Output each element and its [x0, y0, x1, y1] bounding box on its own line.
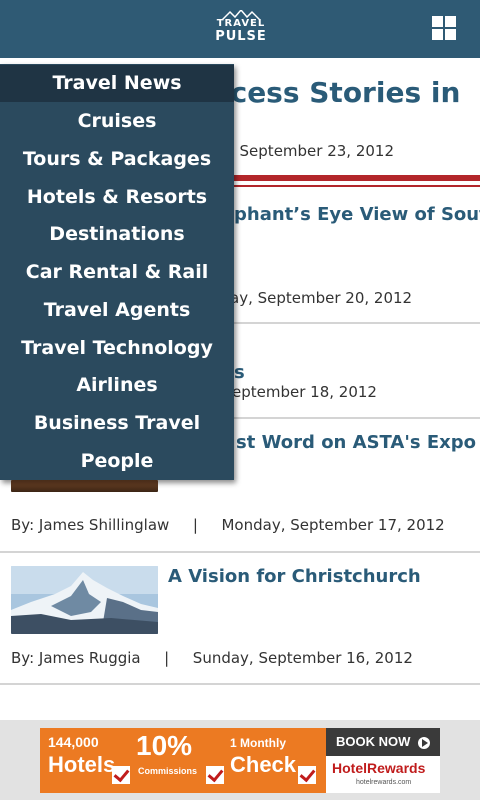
- ad-brand-url: hotelrewards.com: [356, 779, 412, 786]
- article-date: ay, September 20, 2012: [230, 289, 413, 307]
- grid-icon[interactable]: [432, 16, 456, 40]
- category-menu: Travel News Cruises Tours & Packages Hot…: [0, 64, 234, 480]
- article-title[interactable]: st Word on ASTA's Expo: [236, 432, 476, 453]
- logo-peaks-icon: [222, 10, 260, 20]
- menu-item-hotels-resorts[interactable]: Hotels & Resorts: [0, 179, 234, 216]
- menu-item-airlines[interactable]: Airlines: [0, 367, 234, 404]
- mountain-image: [11, 566, 158, 634]
- menu-item-travel-technology[interactable]: Travel Technology: [0, 330, 234, 367]
- checkmark-icon: [298, 766, 316, 784]
- menu-item-tours-packages[interactable]: Tours & Packages: [0, 141, 234, 178]
- article-byline-row: By: James Ruggia | Sunday, September 16,…: [11, 649, 413, 667]
- ad-book-now-label: BOOK NOW: [335, 734, 411, 749]
- hotelrewards-banner-ad[interactable]: 144,000 Hotels 10% Commissions 1 Monthly…: [40, 728, 440, 793]
- checkmark-icon: [112, 766, 130, 784]
- article-byline: By: James Shillinglaw: [11, 516, 170, 534]
- play-arrow-icon: [418, 736, 430, 749]
- article-thumbnail[interactable]: [11, 566, 158, 634]
- app-header: TRAVEL PULSE: [0, 0, 480, 58]
- byline-separator: |: [164, 649, 170, 667]
- ad-part2-word: Commissions: [138, 766, 198, 776]
- menu-item-cruises[interactable]: Cruises: [0, 103, 234, 140]
- article-divider: [0, 551, 480, 553]
- article-date: eptember 18, 2012: [232, 383, 377, 401]
- travelpulse-logo[interactable]: TRAVEL PULSE: [212, 10, 270, 48]
- menu-item-car-rental-rail[interactable]: Car Rental & Rail: [0, 254, 234, 291]
- article-divider: [0, 683, 480, 685]
- ad-part1-word: Hotels: [48, 752, 116, 777]
- article-date: Sunday, September 16, 2012: [192, 649, 413, 667]
- menu-item-business-travel[interactable]: Business Travel: [0, 405, 234, 442]
- ad-part2-number: 10%: [136, 730, 193, 761]
- menu-item-destinations[interactable]: Destinations: [0, 216, 234, 253]
- menu-item-travel-news[interactable]: Travel News: [0, 65, 234, 102]
- ad-part1-number: 144,000: [48, 734, 99, 750]
- ad-book-now-button[interactable]: BOOK NOW: [326, 728, 440, 756]
- article-date: Monday, September 17, 2012: [221, 516, 445, 534]
- article-thumbnail[interactable]: [11, 480, 158, 492]
- menu-item-travel-agents[interactable]: Travel Agents: [0, 292, 234, 329]
- ad-part3-number: 1 Monthly: [230, 736, 286, 750]
- article-byline: By: James Ruggia: [11, 649, 141, 667]
- ad-brand-name: HotelRewards: [332, 760, 426, 776]
- ad-area: 144,000 Hotels 10% Commissions 1 Monthly…: [0, 720, 480, 800]
- featured-date: , September 23, 2012: [230, 142, 395, 160]
- article-title[interactable]: phant’s Eye View of South: [234, 204, 480, 225]
- article-title[interactable]: A Vision for Christchurch: [168, 566, 421, 587]
- article-title[interactable]: s: [234, 362, 245, 383]
- byline-separator: |: [192, 516, 198, 534]
- featured-title[interactable]: ccess Stories in: [214, 76, 460, 109]
- article-byline-row: By: James Shillinglaw | Monday, Septembe…: [11, 516, 445, 534]
- menu-item-people[interactable]: People: [0, 443, 234, 480]
- logo-text-bottom: PULSE: [215, 29, 267, 44]
- checkmark-icon: [206, 766, 224, 784]
- ad-part3-word: Check: [230, 752, 297, 777]
